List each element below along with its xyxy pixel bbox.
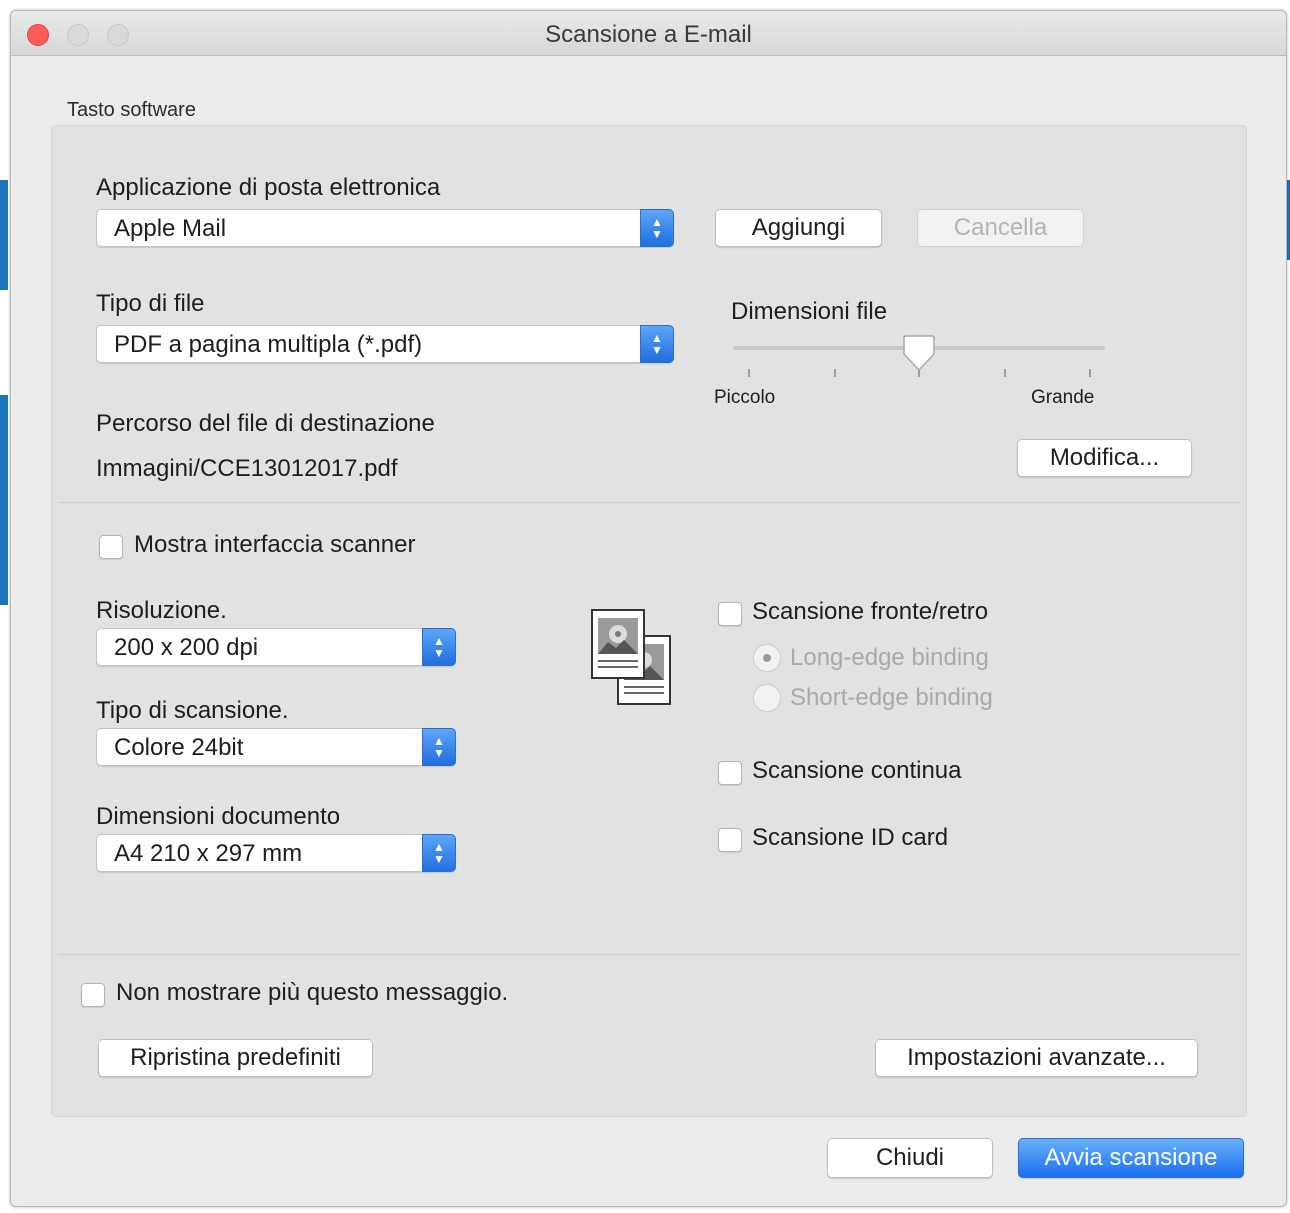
dont-show-checkbox[interactable] — [81, 983, 105, 1007]
doc-size-value: A4 210 x 297 mm — [114, 840, 303, 867]
id-card-label: Scansione ID card — [752, 824, 949, 851]
email-app-value: Apple Mail — [114, 215, 227, 242]
show-scanner-ui-checkbox[interactable] — [99, 535, 123, 559]
scan-type-select[interactable]: Colore 24bit ▲ ▼ — [96, 728, 456, 766]
doc-size-select[interactable]: A4 210 x 297 mm ▲ ▼ — [96, 834, 456, 872]
document-pages-icon — [588, 606, 674, 710]
dont-show-label: Non mostrare più questo messaggio. — [116, 979, 509, 1006]
settings-group: Applicazione di posta elettronica Apple … — [51, 125, 1247, 1117]
slider-tick — [748, 369, 750, 377]
scan-to-email-dialog: Scansione a E-mail Tasto software Applic… — [10, 10, 1287, 1207]
background-strip-left — [0, 180, 8, 290]
divider — [58, 502, 1240, 503]
modify-button[interactable]: Modifica... — [1017, 439, 1192, 477]
duplex-label: Scansione fronte/retro — [752, 598, 989, 625]
scan-type-value: Colore 24bit — [114, 734, 244, 761]
slider-tick — [1089, 369, 1091, 377]
divider — [58, 954, 1240, 955]
short-edge-radio[interactable] — [753, 684, 781, 712]
resolution-select[interactable]: 200 x 200 dpi ▲ ▼ — [96, 628, 456, 666]
resolution-value: 200 x 200 dpi — [114, 634, 259, 661]
scan-type-label: Tipo di scansione. — [96, 697, 289, 724]
chevron-updown-icon: ▲ ▼ — [640, 209, 674, 247]
destination-path: Immagini/CCE13012017.pdf — [96, 455, 398, 482]
start-scan-button[interactable]: Avvia scansione — [1018, 1138, 1244, 1178]
chevron-updown-icon: ▲ ▼ — [422, 628, 456, 666]
restore-defaults-button[interactable]: Ripristina predefiniti — [98, 1039, 373, 1077]
window-title: Scansione a E-mail — [545, 21, 752, 48]
title-bar[interactable]: Scansione a E-mail — [11, 11, 1286, 56]
background-strip-left-2 — [0, 395, 8, 605]
continuous-scan-label: Scansione continua — [752, 757, 962, 784]
file-type-label: Tipo di file — [96, 290, 205, 317]
short-edge-label: Short-edge binding — [790, 684, 993, 711]
email-app-label: Applicazione di posta elettronica — [96, 174, 441, 201]
doc-size-label: Dimensioni documento — [96, 803, 341, 830]
chevron-updown-icon: ▲ ▼ — [640, 325, 674, 363]
delete-button[interactable]: Cancella — [917, 209, 1084, 247]
advanced-settings-button[interactable]: Impostazioni avanzate... — [875, 1039, 1198, 1077]
chevron-updown-icon: ▲ ▼ — [422, 834, 456, 872]
file-size-label: Dimensioni file — [731, 298, 888, 325]
id-card-checkbox[interactable] — [718, 828, 742, 852]
long-edge-label: Long-edge binding — [790, 644, 989, 671]
radio-selected-dot — [763, 654, 771, 662]
file-type-value: PDF a pagina multipla (*.pdf) — [114, 331, 423, 358]
duplex-checkbox[interactable] — [718, 602, 742, 626]
add-button[interactable]: Aggiungi — [715, 209, 882, 247]
chevron-updown-icon: ▲ ▼ — [422, 728, 456, 766]
slider-tick — [1004, 369, 1006, 377]
close-button[interactable]: Chiudi — [827, 1138, 993, 1178]
resolution-label: Risoluzione. — [96, 597, 227, 624]
file-size-slider-knob[interactable] — [902, 334, 936, 379]
email-app-select[interactable]: Apple Mail ▲ ▼ — [96, 209, 674, 247]
long-edge-radio[interactable] — [753, 644, 781, 672]
show-scanner-ui-label: Mostra interfaccia scanner — [134, 531, 416, 558]
continuous-scan-checkbox[interactable] — [718, 761, 742, 785]
slider-tick — [834, 369, 836, 377]
file-size-min-label: Piccolo — [714, 387, 776, 408]
file-size-max-label: Grande — [1031, 387, 1095, 408]
group-label: Tasto software — [67, 99, 196, 121]
file-type-select[interactable]: PDF a pagina multipla (*.pdf) ▲ ▼ — [96, 325, 674, 363]
destination-label: Percorso del file di destinazione — [96, 410, 435, 437]
